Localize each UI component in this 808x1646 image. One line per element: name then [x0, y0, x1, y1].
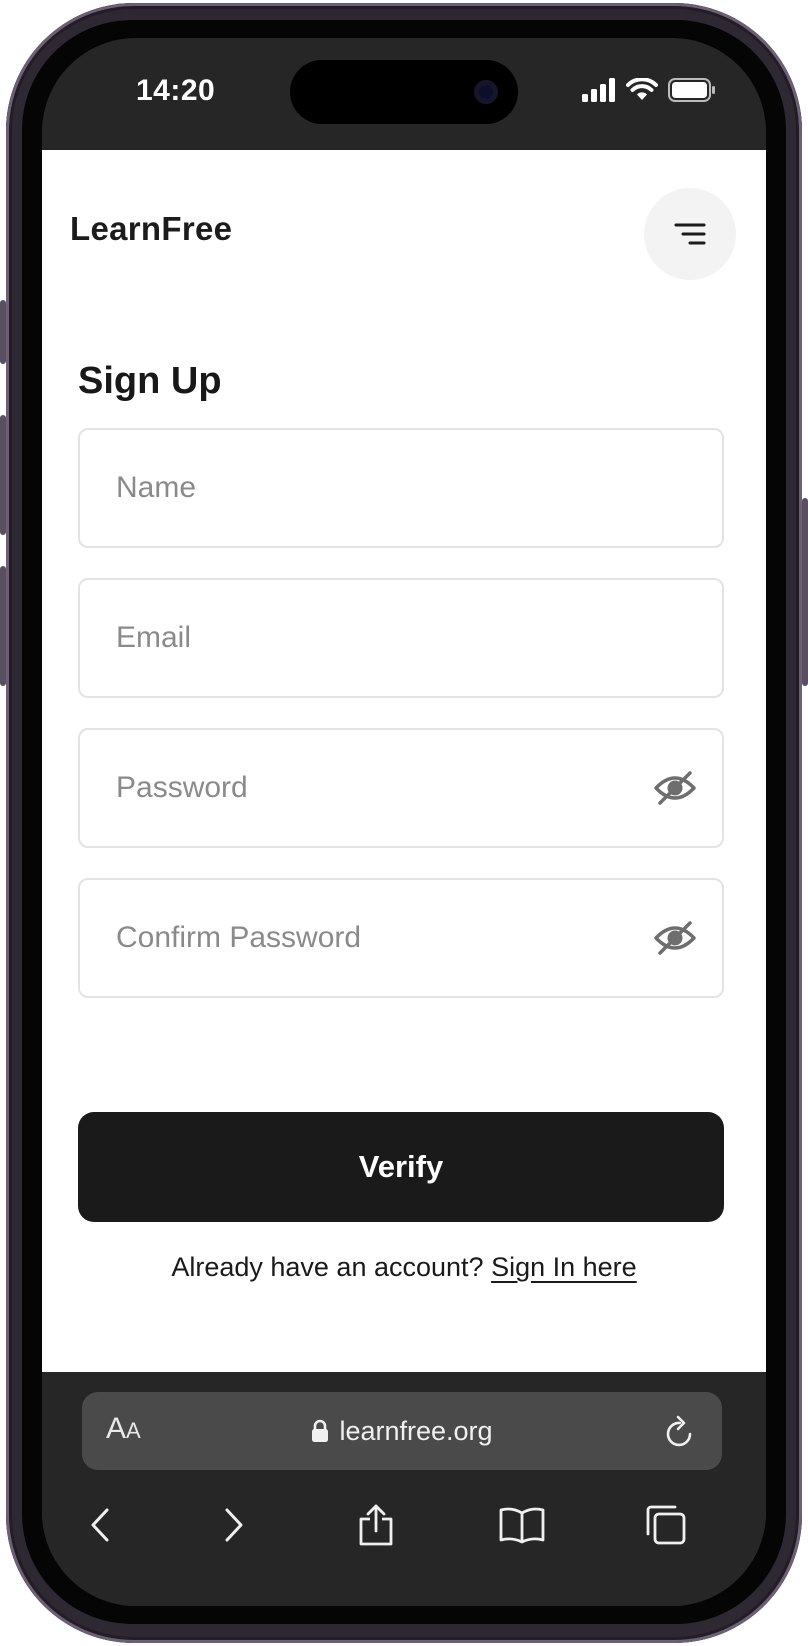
power-button: [802, 498, 808, 686]
page-title: Sign Up: [78, 360, 222, 402]
url-text: learnfree.org: [339, 1415, 493, 1446]
share-button[interactable]: [346, 1490, 406, 1560]
back-button[interactable]: [70, 1490, 130, 1560]
name-field-box: [78, 428, 724, 548]
status-time: 14:20: [136, 74, 216, 107]
tabs-icon: [646, 1505, 686, 1545]
eye-off-icon[interactable]: [654, 770, 696, 806]
status-icons: [582, 78, 716, 102]
signin-link[interactable]: Sign In here: [491, 1252, 637, 1282]
logo[interactable]: LearnFree: [70, 210, 232, 248]
confirm-password-input[interactable]: [80, 880, 722, 996]
password-input[interactable]: [80, 730, 722, 846]
url-display: learnfree.org: [82, 1392, 722, 1470]
eye-off-icon[interactable]: [654, 920, 696, 956]
email-input[interactable]: [80, 580, 722, 696]
reload-icon[interactable]: [662, 1412, 698, 1450]
menu-button[interactable]: [644, 188, 736, 280]
action-button: [0, 300, 6, 364]
lock-icon: [312, 1419, 329, 1442]
forward-icon: [225, 1508, 243, 1542]
volume-down-button: [0, 566, 6, 686]
forward-button[interactable]: [204, 1490, 264, 1560]
web-content: LearnFree Sign Up Name Email Verify Alre…: [42, 150, 766, 1372]
verify-button[interactable]: Verify: [78, 1112, 724, 1222]
browser-nav-row: [42, 1490, 766, 1560]
bookmarks-icon: [499, 1507, 545, 1544]
signal-icon: [582, 78, 615, 102]
password-field-box: [78, 728, 724, 848]
battery-icon: [668, 78, 715, 102]
url-bar[interactable]: AA learnfree.org: [82, 1392, 722, 1470]
browser-toolbar: AA learnfree.org: [42, 1372, 766, 1606]
bookmarks-button[interactable]: [492, 1490, 552, 1560]
confirm-password-field-box: [78, 878, 724, 998]
screen: 14:20 LearnFree Sign Up Name Email Verif…: [42, 38, 766, 1606]
signin-prompt-line: Already have an account? Sign In here: [42, 1252, 766, 1283]
volume-up-button: [0, 415, 6, 535]
back-icon: [91, 1508, 109, 1542]
name-input[interactable]: [80, 430, 722, 546]
email-field-box: [78, 578, 724, 698]
status-bar: 14:20: [42, 38, 766, 150]
wifi-icon: [626, 78, 658, 100]
dynamic-island: [290, 60, 518, 124]
signin-prompt: Already have an account?: [171, 1252, 484, 1282]
camera-icon: [474, 80, 498, 104]
share-icon: [359, 1504, 393, 1546]
menu-icon: [674, 223, 706, 245]
tabs-button[interactable]: [636, 1490, 696, 1560]
